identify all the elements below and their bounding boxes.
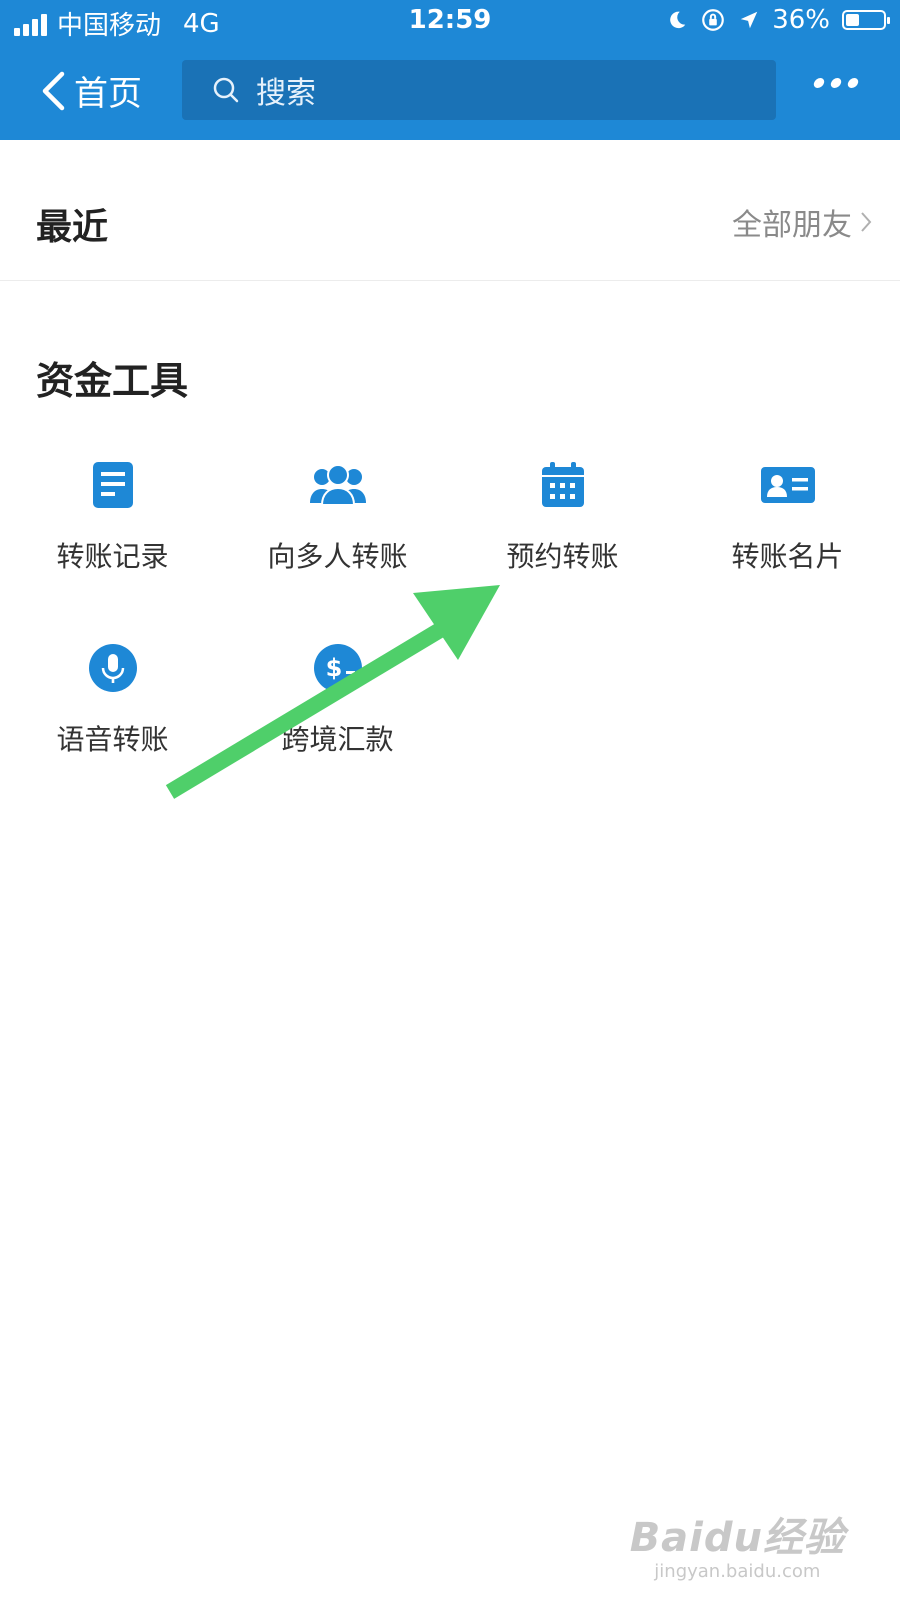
- tool-label: 向多人转账: [267, 540, 408, 573]
- chevron-left-icon: [42, 71, 65, 110]
- tools-title: 资金工具: [36, 359, 189, 403]
- watermark: Baidu经验 jingyan.baidu.com: [630, 1505, 845, 1582]
- nav-bar: 首页 搜索: [0, 44, 900, 140]
- tool-scheduled-transfer[interactable]: 预约转账: [450, 455, 675, 575]
- more-dot-icon: [829, 78, 843, 88]
- tool-cross-border-remittance[interactable]: $ 跨境汇款: [225, 638, 450, 758]
- location-icon: [740, 11, 758, 29]
- back-label: 首页: [74, 74, 142, 114]
- dollar-icon: $: [308, 638, 368, 698]
- watermark-domain: jingyan.baidu.com: [654, 1561, 821, 1582]
- rotation-lock-icon: [702, 9, 725, 31]
- search-input[interactable]: 搜索: [182, 60, 776, 120]
- all-friends-label: 全部朋友: [732, 208, 852, 243]
- all-friends-link[interactable]: 全部朋友: [732, 200, 872, 244]
- group-icon: [308, 455, 368, 515]
- tool-label: 预约转账: [506, 540, 619, 573]
- tool-label: 语音转账: [56, 723, 169, 756]
- svg-text:$: $: [325, 654, 342, 682]
- tool-transfer-multiple[interactable]: 向多人转账: [225, 455, 450, 575]
- status-bar: 中国移动 4G 12:59 36%: [0, 0, 900, 44]
- battery-icon: [842, 10, 890, 30]
- more-dot-icon: [812, 78, 826, 88]
- tool-voice-transfer[interactable]: 语音转账: [0, 638, 225, 758]
- chevron-right-icon: [861, 212, 872, 232]
- tool-transfer-records[interactable]: 转账记录: [0, 455, 225, 575]
- tool-label: 转账记录: [56, 540, 169, 573]
- microphone-icon: [83, 638, 143, 698]
- recent-title: 最近: [36, 207, 109, 248]
- recent-section: 最近 全部朋友: [0, 140, 900, 281]
- watermark-brand: Baidu经验: [629, 1515, 845, 1561]
- more-button[interactable]: [812, 78, 860, 88]
- back-button[interactable]: 首页: [40, 66, 142, 115]
- tool-transfer-card[interactable]: 转账名片: [675, 455, 900, 575]
- search-placeholder: 搜索: [256, 76, 316, 111]
- tool-label: 跨境汇款: [281, 723, 394, 756]
- tool-label: 转账名片: [731, 540, 844, 573]
- more-dot-icon: [846, 78, 860, 88]
- search-icon: [213, 77, 239, 103]
- id-card-icon: [758, 455, 818, 515]
- calendar-icon: [533, 455, 593, 515]
- moon-icon: [670, 11, 686, 29]
- battery-percent: 36%: [772, 5, 830, 35]
- document-icon: [83, 455, 143, 515]
- status-right: 36%: [666, 5, 890, 35]
